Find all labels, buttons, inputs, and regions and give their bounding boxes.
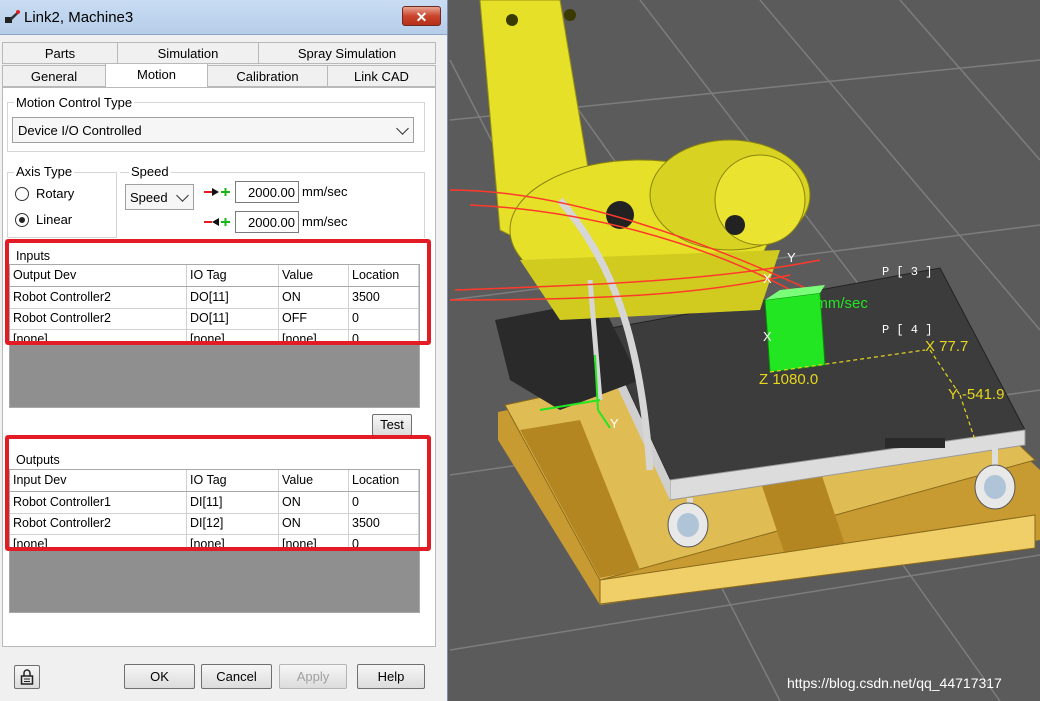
axis-type-group [7,172,117,238]
speed-mode-select[interactable]: Speed [125,184,194,210]
point-label-4: P [ 4 ] [882,323,932,337]
inputs-highlight [5,239,431,345]
tab-link-cad[interactable]: Link CAD [327,65,436,87]
speed-label: 2000mm/sec [782,295,868,312]
speed-mode-value: Speed [130,190,168,205]
window-title: Link2, Machine3 [24,9,134,26]
linear-label: Linear [36,212,73,227]
tab-general[interactable]: General [2,65,106,87]
robot-icon [5,10,20,23]
tab-parts[interactable]: Parts [2,42,118,64]
reverse-jog-icon[interactable] [202,215,232,229]
axis-letter-y2: Y [610,416,619,431]
lock-button[interactable] [14,665,40,689]
help-button[interactable]: Help [357,664,425,689]
x-readout: X 77.7 [925,338,968,355]
tab-simulation[interactable]: Simulation [117,42,259,64]
close-button[interactable]: ✕ [402,6,441,26]
motion-control-value: Device I/O Controlled [18,123,142,138]
forward-jog-icon[interactable] [202,185,232,199]
tab-motion[interactable]: Motion [105,63,208,87]
tab-spray-simulation[interactable]: Spray Simulation [258,42,436,64]
motion-control-type-select[interactable]: Device I/O Controlled [12,117,414,143]
chevron-down-icon [176,189,189,202]
test-button[interactable]: Test [372,414,412,436]
reverse-speed-unit: mm/sec [302,214,348,229]
motion-control-label: Motion Control Type [14,95,135,110]
watermark: https://blog.csdn.net/qq_44717317 [787,675,1002,691]
z-readout: Z 1080.0 [759,371,818,388]
outputs-empty-area [9,549,420,613]
axis-letter-x1: X [763,271,772,286]
forward-speed-input[interactable] [235,181,299,203]
inputs-empty-area [9,344,420,408]
y-readout: Y -541.9 [948,386,1004,403]
title-bar[interactable]: Link2, Machine3 ✕ [0,0,447,35]
chevron-down-icon [396,122,409,135]
forward-speed-unit: mm/sec [302,184,348,199]
axis-letter-y1: Y [787,250,796,265]
apply-button[interactable]: Apply [279,664,347,689]
speed-group-label: Speed [129,164,171,179]
tab-calibration[interactable]: Calibration [207,65,328,87]
ok-button[interactable]: OK [124,664,195,689]
lock-icon [20,669,34,685]
rotary-radio[interactable] [15,187,29,201]
point-label-3: P [ 3 ] [882,265,932,279]
axis-letter-x2: X [763,329,772,344]
rotary-label: Rotary [36,186,75,201]
link-properties-dialog: Link2, Machine3 ✕ Parts Simulation Spray… [0,0,448,701]
cancel-button[interactable]: Cancel [201,664,272,689]
linear-radio[interactable] [15,213,29,227]
outputs-highlight [5,435,431,551]
reverse-speed-input[interactable] [235,211,299,233]
axis-type-label: Axis Type [14,164,75,179]
